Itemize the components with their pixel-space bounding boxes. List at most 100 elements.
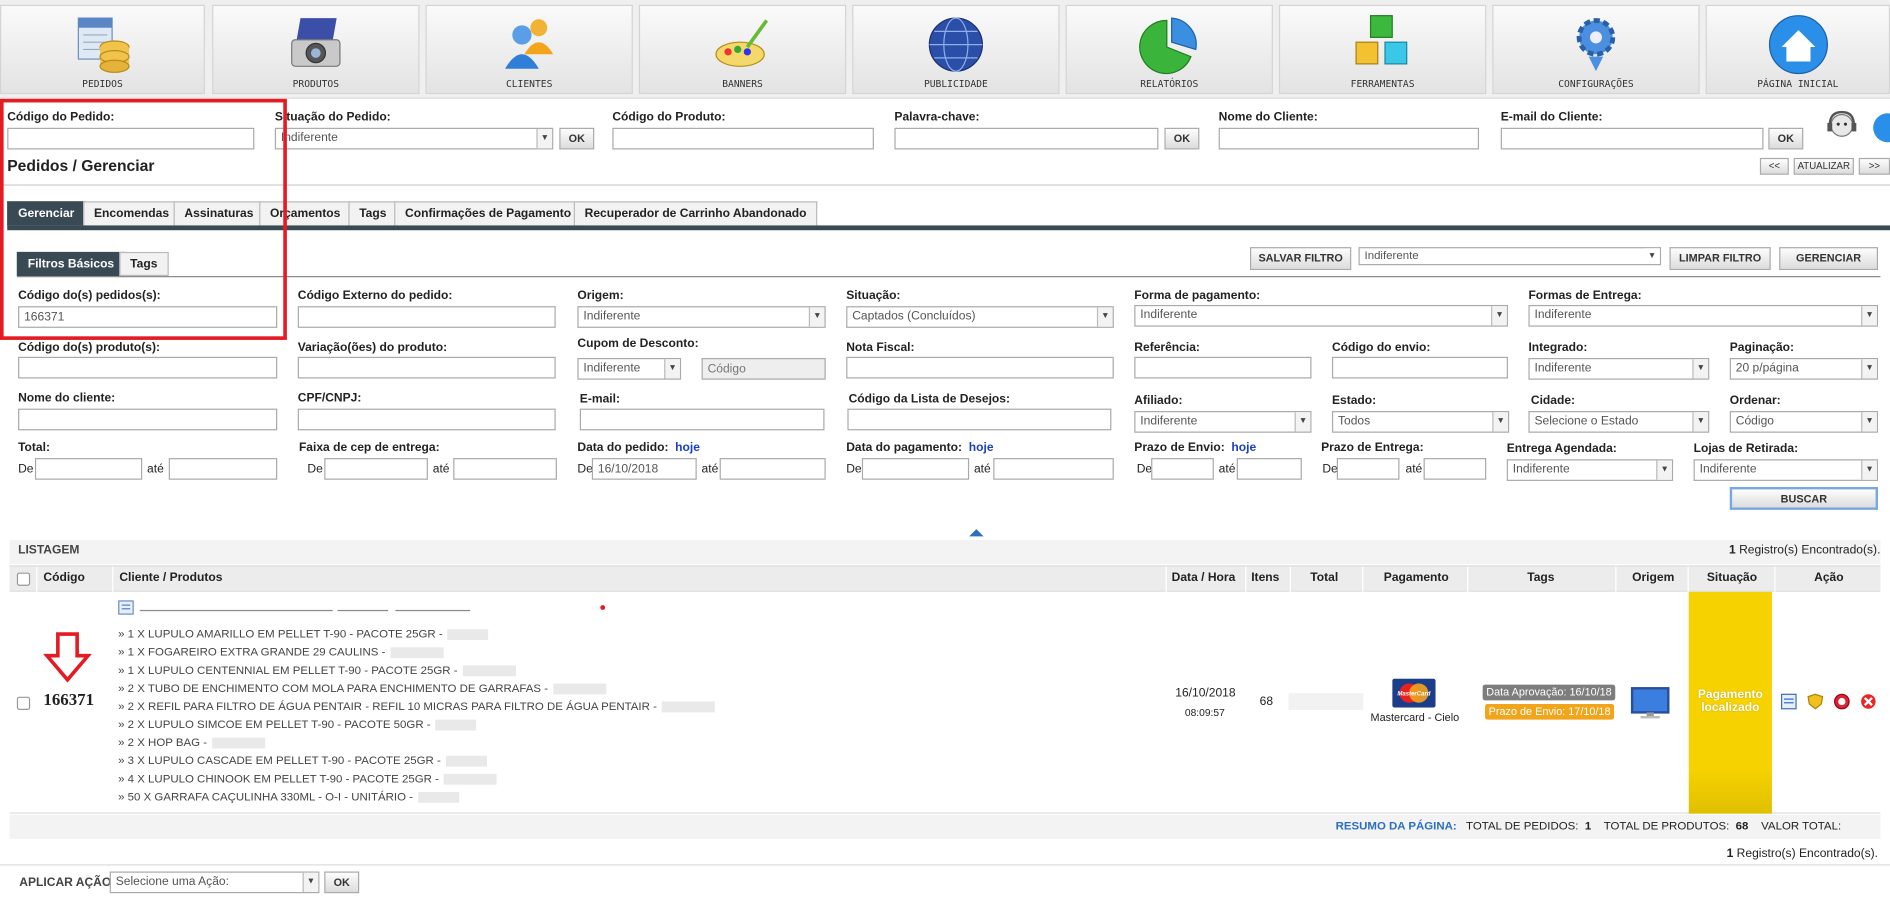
order-details-icon[interactable] xyxy=(1780,693,1797,710)
nav-publicidade[interactable]: PUBLICIDADE xyxy=(852,4,1060,95)
nav-produtos[interactable]: PRODUTOS xyxy=(212,4,420,95)
customer-name-input[interactable] xyxy=(1218,127,1480,150)
nav-ferramentas[interactable]: FERRAMENTAS xyxy=(1278,4,1487,95)
keyword-ok-button[interactable]: OK xyxy=(1164,127,1200,150)
tab-gerenciar[interactable]: Gerenciar xyxy=(7,201,86,226)
col-pagamento[interactable]: Pagamento xyxy=(1384,571,1449,584)
ship-deadline-to-input[interactable] xyxy=(1236,458,1302,480)
nav-configuracoes[interactable]: CONFIGURAÇÕES xyxy=(1492,4,1700,95)
state-select[interactable]: Todos ▼ xyxy=(1331,411,1510,433)
total-to-input[interactable] xyxy=(168,458,278,480)
customer-name-filter-input[interactable] xyxy=(18,408,278,431)
save-filter-button[interactable]: SALVAR FILTRO xyxy=(1249,247,1352,271)
col-codigo[interactable]: Código xyxy=(43,571,85,584)
product-codes-input[interactable] xyxy=(18,356,278,379)
zip-from-input[interactable] xyxy=(324,458,428,480)
col-situacao[interactable]: Situação xyxy=(1707,571,1757,584)
reference-input[interactable] xyxy=(1134,356,1312,379)
col-itens[interactable]: Itens xyxy=(1251,571,1279,584)
ship-deadline-today-link[interactable]: hoje xyxy=(1231,441,1256,454)
order-code-input[interactable] xyxy=(7,127,255,150)
integrated-select[interactable]: Indiferente ▼ xyxy=(1528,358,1710,380)
payment-date-to-input[interactable] xyxy=(993,458,1114,480)
row-checkbox[interactable] xyxy=(16,696,31,710)
prev-button[interactable]: << xyxy=(1759,157,1789,175)
invoice-input[interactable] xyxy=(846,356,1114,379)
city-select[interactable]: Selecione o Estado ▼ xyxy=(1528,411,1710,433)
clear-filter-button[interactable]: LIMPAR FILTRO xyxy=(1669,247,1771,271)
product-variations-input[interactable] xyxy=(297,356,556,379)
manage-button[interactable]: GERENCIAR xyxy=(1779,247,1879,271)
col-acao[interactable]: Ação xyxy=(1814,571,1843,584)
col-origem[interactable]: Origem xyxy=(1632,571,1674,584)
col-data-hora[interactable]: Data / Hora xyxy=(1172,571,1236,584)
cancel-circle-icon[interactable] xyxy=(1833,693,1850,710)
nav-banners[interactable]: BANNERS xyxy=(638,4,847,95)
next-button[interactable]: >> xyxy=(1858,157,1890,175)
pickup-stores-select[interactable]: Indiferente ▼ xyxy=(1693,459,1879,481)
subtab-filtros-basicos[interactable]: Filtros Básicos xyxy=(16,251,126,277)
nav-clientes[interactable]: CLIENTES xyxy=(425,4,633,95)
order-date-today-link[interactable]: hoje xyxy=(675,441,700,454)
col-total[interactable]: Total xyxy=(1310,571,1338,584)
email-ok-button[interactable]: OK xyxy=(1768,127,1804,150)
zip-to-input[interactable] xyxy=(453,458,557,480)
tab-recuperador-carrinho[interactable]: Recuperador de Carrinho Abandonado xyxy=(573,201,818,226)
order-code[interactable]: 166371 xyxy=(43,692,94,711)
select-all-checkbox[interactable] xyxy=(16,572,31,586)
coupon-code-input[interactable] xyxy=(701,358,826,380)
state-value: Todos xyxy=(1337,414,1371,428)
order-codes-input[interactable] xyxy=(18,306,278,328)
tab-orcamentos[interactable]: Orçamentos xyxy=(259,201,352,226)
cpf-input[interactable] xyxy=(297,408,556,431)
order-date-to-input[interactable] xyxy=(719,458,826,480)
search-button[interactable]: BUSCAR xyxy=(1729,486,1879,510)
external-code-input[interactable] xyxy=(297,306,556,328)
tab-encomendas[interactable]: Encomendas xyxy=(83,201,180,226)
scheduled-delivery-select[interactable]: Indiferente ▼ xyxy=(1506,459,1674,481)
product-code-input[interactable] xyxy=(612,127,874,150)
shipping-methods-select[interactable]: Indiferente ▼ xyxy=(1528,304,1879,327)
payment-date-from-input[interactable] xyxy=(861,458,970,480)
coupon-select[interactable]: Indiferente ▼ xyxy=(577,358,682,380)
ship-deadline-from-input[interactable] xyxy=(1151,458,1214,480)
order-status-select[interactable]: Indiferente ▼ xyxy=(274,127,554,150)
wishlist-input[interactable] xyxy=(847,408,1112,431)
col-cliente-produtos[interactable]: Cliente / Produtos xyxy=(119,571,222,584)
tab-confirmacoes-pagamento[interactable]: Confirmações de Pagamento xyxy=(394,201,582,226)
tab-tags[interactable]: Tags xyxy=(348,201,398,226)
affiliate-select[interactable]: Indiferente ▼ xyxy=(1134,411,1312,433)
total-from-input[interactable] xyxy=(34,458,143,480)
order-date-from-input[interactable] xyxy=(591,458,697,480)
shipping-code-input[interactable] xyxy=(1331,356,1508,379)
chat-icon[interactable] xyxy=(1868,111,1890,145)
nav-pagina-inicial[interactable]: PÁGINA INICIAL xyxy=(1705,4,1890,95)
collapse-filters-icon[interactable] xyxy=(969,528,984,538)
order-search-ok-button[interactable]: OK xyxy=(559,127,595,150)
payment-date-today-link[interactable]: hoje xyxy=(969,441,994,454)
order-by-select[interactable]: Código ▼ xyxy=(1729,411,1879,433)
delivery-deadline-to-input[interactable] xyxy=(1423,458,1487,480)
nav-relatorios[interactable]: RELATÓRIOS xyxy=(1065,4,1273,95)
pagination-select[interactable]: 20 p/página ▼ xyxy=(1729,358,1879,380)
action-select[interactable]: Selecione uma Ação: ▼ xyxy=(109,871,320,894)
refresh-button[interactable]: ATUALIZAR xyxy=(1793,157,1854,175)
customer-email-input[interactable] xyxy=(1500,127,1764,150)
nav-pedidos[interactable]: PEDIDOS xyxy=(0,4,205,95)
apply-action-ok-button[interactable]: OK xyxy=(324,871,360,894)
customer-card-icon[interactable] xyxy=(118,600,134,615)
col-tags[interactable]: Tags xyxy=(1527,571,1554,584)
delete-icon[interactable] xyxy=(1860,693,1877,710)
saved-filter-select[interactable]: Indiferente ▼ xyxy=(1358,247,1662,266)
origin-select[interactable]: Indiferente ▼ xyxy=(577,306,826,328)
payment-method-select[interactable]: Indiferente ▼ xyxy=(1134,304,1508,327)
subtab-tags[interactable]: Tags xyxy=(119,251,169,277)
email-filter-input[interactable] xyxy=(579,408,825,431)
delivery-deadline-from-input[interactable] xyxy=(1336,458,1400,480)
delivery-deadline-to-label: até xyxy=(1405,462,1423,477)
shield-icon[interactable] xyxy=(1807,693,1824,710)
support-agent-icon[interactable] xyxy=(1823,108,1862,147)
keyword-input[interactable] xyxy=(894,127,1159,150)
status-select[interactable]: Captados (Concluídos) ▼ xyxy=(846,306,1114,328)
tab-assinaturas[interactable]: Assinaturas xyxy=(173,201,265,226)
